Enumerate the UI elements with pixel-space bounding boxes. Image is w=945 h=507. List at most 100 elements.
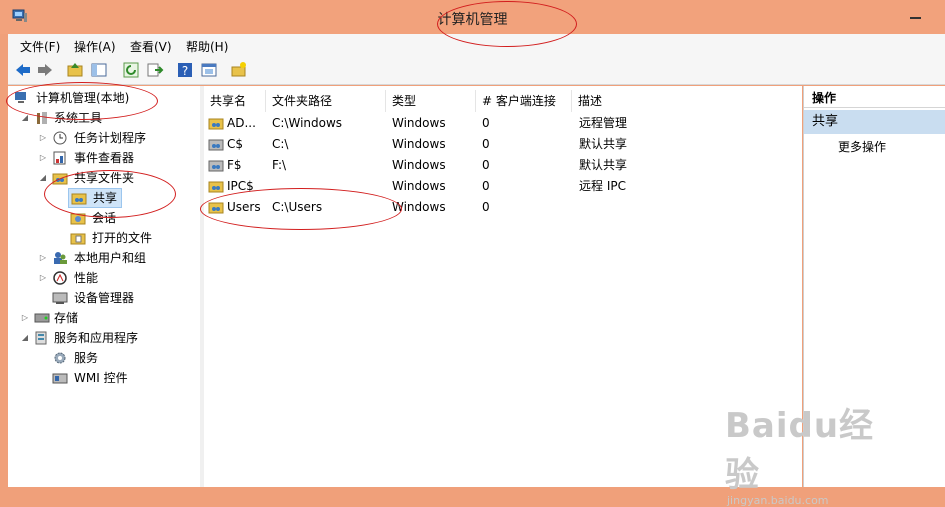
share-type: Windows	[392, 137, 446, 151]
shared-folder-icon	[52, 173, 68, 185]
shared-folder-icon	[71, 193, 87, 205]
client-count: 0	[482, 179, 490, 193]
menu-view[interactable]: 查看(V)	[130, 38, 172, 55]
share-type: Windows	[392, 179, 446, 193]
client-count: 0	[482, 200, 490, 214]
table-row[interactable]: IPC$ Windows 0 远程 IPC	[204, 176, 802, 197]
services-apps-icon	[35, 331, 47, 345]
tree-label: 打开的文件	[92, 231, 153, 245]
tree-label: 本地用户和组	[74, 251, 147, 265]
folder-path: F:\	[272, 158, 287, 172]
admin-share-icon	[208, 139, 224, 151]
watermark-brand: Baidu经验	[725, 406, 875, 495]
share-name: C$	[227, 137, 244, 151]
refresh-icon[interactable]	[122, 61, 140, 79]
tree-label: 服务和应用程序	[54, 331, 139, 345]
tree-label: 计算机管理(本地)	[36, 91, 130, 105]
client-count: 0	[482, 137, 490, 151]
tree-item-shares[interactable]: 共享	[68, 188, 122, 208]
share-name: Users	[227, 200, 261, 214]
tree-label: 性能	[74, 271, 99, 285]
folder-path: C:\Windows	[272, 116, 343, 130]
folder-path: C:\	[272, 137, 289, 151]
column-header-folder-path[interactable]: 文件夹路径	[266, 90, 386, 112]
svg-text:?: ?	[182, 64, 188, 78]
export-list-icon[interactable]	[146, 61, 164, 79]
expanded-arrow-icon[interactable]: ◢	[20, 328, 30, 348]
collapsed-arrow-icon[interactable]: ▷	[38, 248, 48, 268]
show-hide-tree-icon[interactable]	[90, 61, 108, 79]
up-folder-icon[interactable]	[66, 61, 84, 79]
event-viewer-icon	[53, 151, 66, 165]
column-header-type[interactable]: 类型	[386, 90, 476, 112]
new-share-icon[interactable]	[230, 61, 248, 79]
baidu-watermark: Baidu经验 jingyan.baidu.com	[725, 398, 900, 507]
shared-folder-icon	[208, 202, 224, 214]
console-tree: 计算机管理(本地) ◢ 系统工具 ▷ 任务计划程序 ▷ 事件查看器 ◢ 共享文件…	[8, 86, 201, 487]
shared-folder-icon	[208, 181, 224, 193]
storage-icon	[34, 313, 50, 323]
tree-label: 存储	[54, 311, 79, 325]
help-icon[interactable]: ?	[176, 61, 194, 79]
back-arrow-icon[interactable]	[14, 61, 32, 79]
toolbar: ?	[8, 56, 945, 85]
shared-folder-icon	[208, 118, 224, 130]
table-row[interactable]: AD... C:\Windows Windows 0 远程管理	[204, 113, 802, 134]
collapsed-arrow-icon[interactable]: ▷	[38, 268, 48, 288]
column-header-share-name[interactable]: 共享名	[204, 90, 266, 112]
share-name: F$	[227, 158, 242, 172]
more-actions-link[interactable]: 更多操作	[838, 138, 886, 155]
properties-icon[interactable]	[200, 61, 218, 79]
tree-label: 设备管理器	[74, 291, 135, 305]
tree-label: WMI 控件	[74, 371, 128, 385]
expanded-arrow-icon[interactable]: ◢	[20, 108, 30, 128]
folder-path: C:\Users	[272, 200, 323, 214]
wmi-control-icon	[52, 373, 68, 384]
collapsed-arrow-icon[interactable]: ▷	[38, 128, 48, 148]
client-count: 0	[482, 158, 490, 172]
computer-management-icon	[15, 92, 26, 103]
share-name: IPC$	[227, 179, 254, 193]
open-files-icon	[70, 233, 86, 245]
collapsed-arrow-icon[interactable]: ▷	[20, 308, 30, 328]
admin-share-icon	[208, 160, 224, 172]
tree-label: 事件查看器	[74, 151, 135, 165]
users-icon	[54, 252, 67, 264]
actions-header: 操作	[804, 88, 945, 108]
window-title: 计算机管理	[437, 12, 508, 28]
title-bar: 计算机管理	[0, 0, 945, 34]
session-folder-icon	[70, 213, 86, 225]
menu-action[interactable]: 操作(A)	[74, 38, 116, 55]
performance-icon	[53, 271, 67, 285]
share-type: Windows	[392, 200, 446, 214]
table-row[interactable]: C$ C:\ Windows 0 默认共享	[204, 134, 802, 155]
menu-help[interactable]: 帮助(H)	[186, 38, 228, 55]
table-row[interactable]: F$ F:\ Windows 0 默认共享	[204, 155, 802, 176]
tree-label: 服务	[74, 351, 99, 365]
gear-icon	[54, 352, 66, 364]
watermark-url: jingyan.baidu.com	[727, 494, 829, 507]
column-header-description[interactable]: 描述	[572, 90, 802, 112]
table-row[interactable]: Users C:\Users Windows 0	[204, 197, 802, 218]
device-manager-icon	[52, 292, 68, 304]
tree-label: 共享文件夹	[74, 171, 135, 185]
tree-label: 会话	[92, 211, 117, 225]
tree-label: 任务计划程序	[74, 131, 147, 145]
share-type: Windows	[392, 158, 446, 172]
actions-section-shares[interactable]: 共享	[804, 110, 945, 134]
forward-arrow-icon[interactable]	[36, 61, 54, 79]
client-count: 0	[482, 116, 490, 130]
tree-label: 系统工具	[54, 111, 103, 125]
expanded-arrow-icon[interactable]: ◢	[38, 168, 48, 188]
share-description: 默认共享	[579, 137, 628, 151]
menu-bar: 文件(F) 操作(A) 查看(V) 帮助(H)	[8, 34, 945, 56]
tools-icon	[37, 112, 47, 124]
share-description: 远程管理	[579, 116, 628, 130]
menu-file[interactable]: 文件(F)	[20, 38, 60, 55]
column-header-client-connections[interactable]: # 客户端连接	[476, 90, 572, 112]
collapsed-arrow-icon[interactable]: ▷	[38, 148, 48, 168]
minimize-icon[interactable]	[909, 6, 923, 20]
share-type: Windows	[392, 116, 446, 130]
tree-label: 共享	[93, 191, 118, 205]
share-name: AD...	[227, 116, 256, 130]
